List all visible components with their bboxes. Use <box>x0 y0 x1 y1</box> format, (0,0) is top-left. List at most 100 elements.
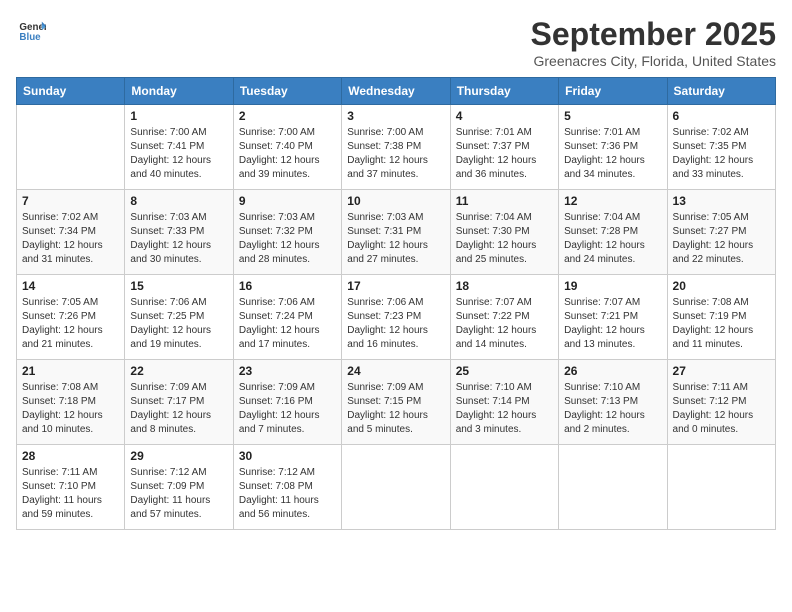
calendar-cell: 19 Sunrise: 7:07 AM Sunset: 7:21 PM Dayli… <box>559 275 667 360</box>
day-info: Sunrise: 7:06 AM Sunset: 7:24 PM Dayligh… <box>239 296 336 352</box>
calendar-cell: 18 Sunrise: 7:07 AM Sunset: 7:22 PM Dayli… <box>450 275 558 360</box>
day-number: 8 <box>130 194 227 208</box>
page-header: General Blue September 2025 Greenacres C… <box>16 16 776 69</box>
day-info: Sunrise: 7:09 AM Sunset: 7:17 PM Dayligh… <box>130 381 227 437</box>
day-info: Sunrise: 7:00 AM Sunset: 7:40 PM Dayligh… <box>239 126 336 182</box>
calendar-cell <box>342 445 450 530</box>
weekday-header-cell: Thursday <box>450 78 558 105</box>
day-number: 24 <box>347 364 444 378</box>
day-info: Sunrise: 7:06 AM Sunset: 7:25 PM Dayligh… <box>130 296 227 352</box>
day-info: Sunrise: 7:07 AM Sunset: 7:21 PM Dayligh… <box>564 296 661 352</box>
calendar-table: SundayMondayTuesdayWednesdayThursdayFrid… <box>16 77 776 530</box>
day-info: Sunrise: 7:10 AM Sunset: 7:14 PM Dayligh… <box>456 381 553 437</box>
weekday-header-cell: Friday <box>559 78 667 105</box>
day-number: 5 <box>564 109 661 123</box>
day-info: Sunrise: 7:01 AM Sunset: 7:36 PM Dayligh… <box>564 126 661 182</box>
day-number: 22 <box>130 364 227 378</box>
day-info: Sunrise: 7:00 AM Sunset: 7:38 PM Dayligh… <box>347 126 444 182</box>
calendar-cell: 27Sunrise: 7:11 AM Sunset: 7:12 PM Dayli… <box>667 360 775 445</box>
day-number: 20 <box>673 279 770 293</box>
day-info: Sunrise: 7:03 AM Sunset: 7:32 PM Dayligh… <box>239 211 336 267</box>
day-number: 11 <box>456 194 553 208</box>
day-number: 17 <box>347 279 444 293</box>
day-number: 14 <box>22 279 119 293</box>
day-number: 4 <box>456 109 553 123</box>
calendar-week-row: 28 Sunrise: 7:11 AM Sunset: 7:10 PM Dayli… <box>17 445 776 530</box>
day-number: 29 <box>130 449 227 463</box>
day-info: Sunrise: 7:04 AM Sunset: 7:28 PM Dayligh… <box>564 211 661 267</box>
calendar-cell: 6Sunrise: 7:02 AM Sunset: 7:35 PM Daylig… <box>667 105 775 190</box>
day-number: 6 <box>673 109 770 123</box>
calendar-cell: 17 Sunrise: 7:06 AM Sunset: 7:23 PM Dayli… <box>342 275 450 360</box>
day-number: 25 <box>456 364 553 378</box>
location: Greenacres City, Florida, United States <box>531 53 776 69</box>
day-number: 18 <box>456 279 553 293</box>
calendar-cell: 4 Sunrise: 7:01 AM Sunset: 7:37 PM Daylig… <box>450 105 558 190</box>
day-number: 16 <box>239 279 336 293</box>
calendar-cell: 15 Sunrise: 7:06 AM Sunset: 7:25 PM Dayli… <box>125 275 233 360</box>
calendar-cell: 23 Sunrise: 7:09 AM Sunset: 7:16 PM Dayli… <box>233 360 341 445</box>
svg-text:Blue: Blue <box>19 32 41 43</box>
calendar-cell <box>450 445 558 530</box>
calendar-cell: 9 Sunrise: 7:03 AM Sunset: 7:32 PM Daylig… <box>233 190 341 275</box>
day-info: Sunrise: 7:07 AM Sunset: 7:22 PM Dayligh… <box>456 296 553 352</box>
day-info: Sunrise: 7:02 AM Sunset: 7:34 PM Dayligh… <box>22 211 119 267</box>
day-number: 13 <box>673 194 770 208</box>
calendar-cell: 12 Sunrise: 7:04 AM Sunset: 7:28 PM Dayli… <box>559 190 667 275</box>
day-info: Sunrise: 7:09 AM Sunset: 7:15 PM Dayligh… <box>347 381 444 437</box>
weekday-header-cell: Sunday <box>17 78 125 105</box>
day-info: Sunrise: 7:03 AM Sunset: 7:31 PM Dayligh… <box>347 211 444 267</box>
calendar-cell: 8 Sunrise: 7:03 AM Sunset: 7:33 PM Daylig… <box>125 190 233 275</box>
calendar-cell: 26 Sunrise: 7:10 AM Sunset: 7:13 PM Dayli… <box>559 360 667 445</box>
calendar-cell: 7Sunrise: 7:02 AM Sunset: 7:34 PM Daylig… <box>17 190 125 275</box>
day-info: Sunrise: 7:12 AM Sunset: 7:08 PM Dayligh… <box>239 466 336 522</box>
day-number: 19 <box>564 279 661 293</box>
calendar-cell: 14 Sunrise: 7:05 AM Sunset: 7:26 PM Dayli… <box>17 275 125 360</box>
day-info: Sunrise: 7:06 AM Sunset: 7:23 PM Dayligh… <box>347 296 444 352</box>
logo: General Blue <box>16 16 46 49</box>
title-block: September 2025 Greenacres City, Florida,… <box>531 16 776 69</box>
day-number: 12 <box>564 194 661 208</box>
weekday-header-cell: Tuesday <box>233 78 341 105</box>
calendar-cell: 22 Sunrise: 7:09 AM Sunset: 7:17 PM Dayli… <box>125 360 233 445</box>
calendar-cell: 16 Sunrise: 7:06 AM Sunset: 7:24 PM Dayli… <box>233 275 341 360</box>
day-number: 3 <box>347 109 444 123</box>
calendar-week-row: 14 Sunrise: 7:05 AM Sunset: 7:26 PM Dayli… <box>17 275 776 360</box>
calendar-cell <box>667 445 775 530</box>
day-info: Sunrise: 7:01 AM Sunset: 7:37 PM Dayligh… <box>456 126 553 182</box>
day-number: 26 <box>564 364 661 378</box>
day-number: 1 <box>130 109 227 123</box>
day-number: 2 <box>239 109 336 123</box>
day-info: Sunrise: 7:03 AM Sunset: 7:33 PM Dayligh… <box>130 211 227 267</box>
calendar-cell: 30 Sunrise: 7:12 AM Sunset: 7:08 PM Dayli… <box>233 445 341 530</box>
day-info: Sunrise: 7:10 AM Sunset: 7:13 PM Dayligh… <box>564 381 661 437</box>
calendar-cell: 2 Sunrise: 7:00 AM Sunset: 7:40 PM Daylig… <box>233 105 341 190</box>
day-number: 10 <box>347 194 444 208</box>
calendar-body: 1 Sunrise: 7:00 AM Sunset: 7:41 PM Daylig… <box>17 105 776 530</box>
day-info: Sunrise: 7:08 AM Sunset: 7:18 PM Dayligh… <box>22 381 119 437</box>
day-info: Sunrise: 7:08 AM Sunset: 7:19 PM Dayligh… <box>673 296 770 352</box>
calendar-cell: 20 Sunrise: 7:08 AM Sunset: 7:19 PM Dayli… <box>667 275 775 360</box>
day-number: 9 <box>239 194 336 208</box>
day-number: 15 <box>130 279 227 293</box>
calendar-cell: 21Sunrise: 7:08 AM Sunset: 7:18 PM Dayli… <box>17 360 125 445</box>
day-info: Sunrise: 7:00 AM Sunset: 7:41 PM Dayligh… <box>130 126 227 182</box>
calendar-week-row: 21Sunrise: 7:08 AM Sunset: 7:18 PM Dayli… <box>17 360 776 445</box>
day-info: Sunrise: 7:09 AM Sunset: 7:16 PM Dayligh… <box>239 381 336 437</box>
weekday-header-cell: Monday <box>125 78 233 105</box>
day-info: Sunrise: 7:05 AM Sunset: 7:26 PM Dayligh… <box>22 296 119 352</box>
calendar-cell: 29Sunrise: 7:12 AM Sunset: 7:09 PM Dayli… <box>125 445 233 530</box>
calendar-cell: 28 Sunrise: 7:11 AM Sunset: 7:10 PM Dayli… <box>17 445 125 530</box>
day-info: Sunrise: 7:05 AM Sunset: 7:27 PM Dayligh… <box>673 211 770 267</box>
calendar-cell: 24 Sunrise: 7:09 AM Sunset: 7:15 PM Dayli… <box>342 360 450 445</box>
calendar-cell: 1 Sunrise: 7:00 AM Sunset: 7:41 PM Daylig… <box>125 105 233 190</box>
day-info: Sunrise: 7:11 AM Sunset: 7:10 PM Dayligh… <box>22 466 119 522</box>
day-info: Sunrise: 7:04 AM Sunset: 7:30 PM Dayligh… <box>456 211 553 267</box>
day-number: 23 <box>239 364 336 378</box>
calendar-week-row: 7Sunrise: 7:02 AM Sunset: 7:34 PM Daylig… <box>17 190 776 275</box>
month-title: September 2025 <box>531 16 776 53</box>
day-number: 28 <box>22 449 119 463</box>
weekday-header-cell: Saturday <box>667 78 775 105</box>
day-number: 27 <box>673 364 770 378</box>
day-number: 30 <box>239 449 336 463</box>
